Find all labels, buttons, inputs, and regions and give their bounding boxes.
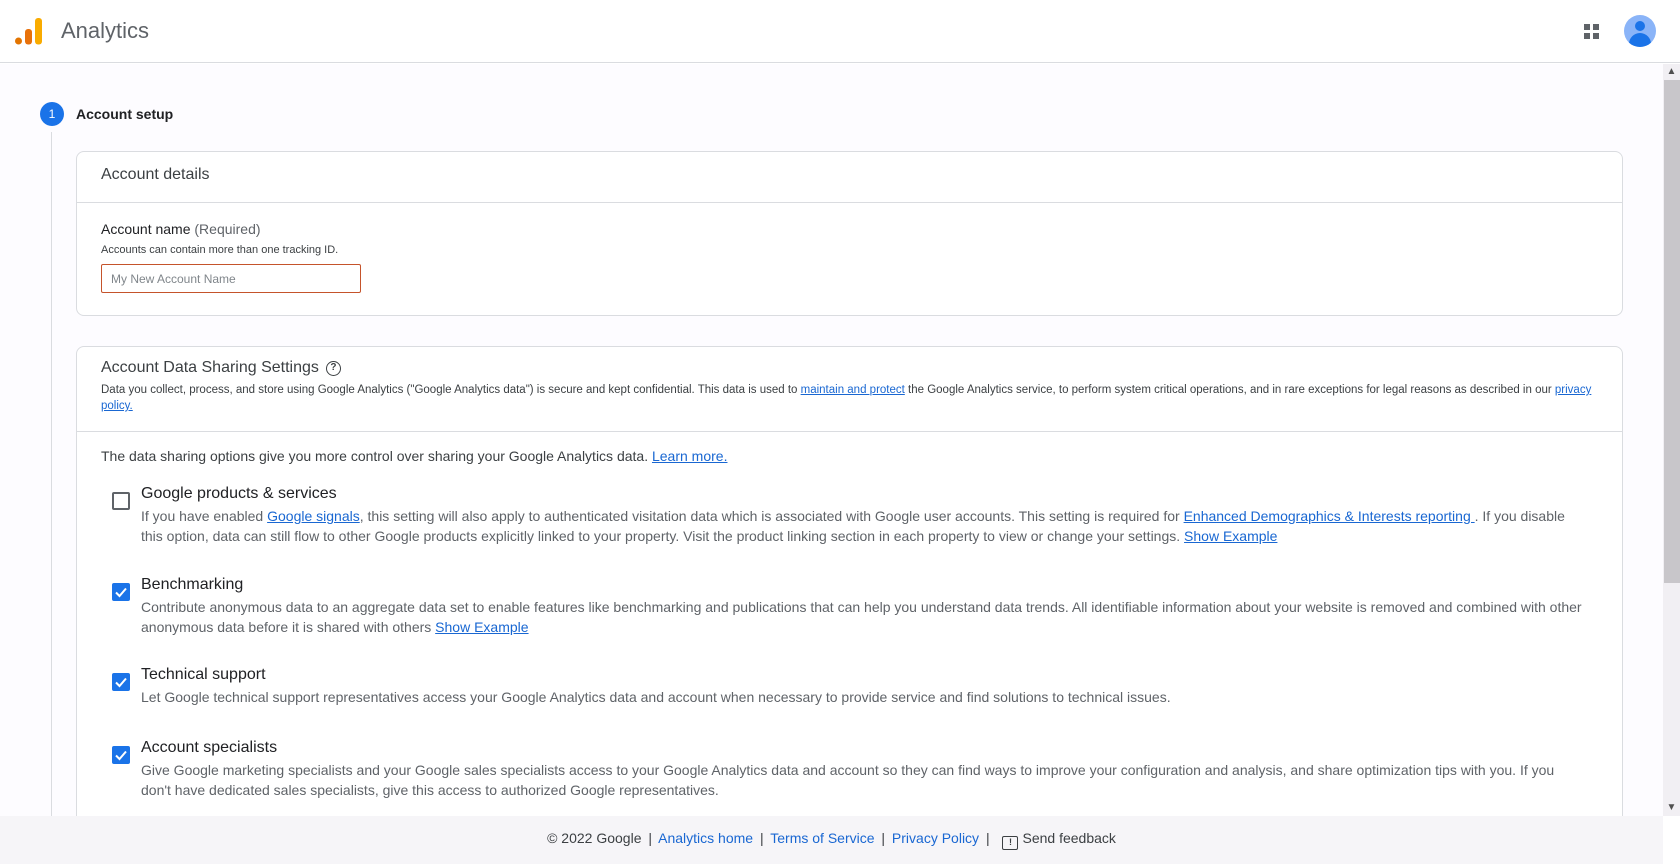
scrollbar-thumb[interactable] bbox=[1664, 80, 1680, 583]
option-title: Google products & services bbox=[141, 485, 337, 502]
desc-text: Data you collect, process, and store usi… bbox=[101, 384, 801, 396]
feedback-icon: ! bbox=[1002, 836, 1019, 850]
option-account-specialists: Account specialists Give Google marketin… bbox=[77, 739, 1622, 800]
help-circle-icon[interactable]: ? bbox=[325, 360, 341, 376]
page-footer: © 2022 Google | Analytics home | Terms o… bbox=[0, 816, 1663, 864]
learn-more-link[interactable]: Learn more. bbox=[652, 448, 727, 464]
show-example-link[interactable]: Show Example bbox=[435, 619, 528, 635]
checkmark-icon bbox=[115, 677, 127, 688]
required-indicator: (Required) bbox=[194, 221, 261, 237]
option-description: If you have enabled Google signals, this… bbox=[141, 506, 1582, 546]
analytics-logo-icon[interactable] bbox=[14, 16, 44, 46]
data-sharing-description: Data you collect, process, and store usi… bbox=[101, 382, 1598, 414]
option-description: Contribute anonymous data to an aggregat… bbox=[141, 597, 1582, 637]
checkbox-google-products[interactable] bbox=[112, 492, 130, 510]
option-title: Technical support bbox=[141, 666, 266, 683]
desc-text: , this setting will also apply to authen… bbox=[359, 508, 1184, 524]
option-google-products: Google products & services If you have e… bbox=[77, 485, 1622, 546]
google-signals-link[interactable]: Google signals bbox=[267, 508, 360, 524]
step-label: Account setup bbox=[76, 106, 174, 122]
account-name-hint: Accounts can contain more than one track… bbox=[101, 244, 339, 256]
account-details-title: Account details bbox=[77, 152, 1622, 203]
checkmark-icon bbox=[115, 750, 127, 761]
avatar-body bbox=[1629, 33, 1651, 47]
data-sharing-title-text: Account Data Sharing Settings bbox=[101, 359, 319, 376]
account-avatar[interactable] bbox=[1624, 15, 1656, 47]
separator: | bbox=[648, 830, 653, 846]
sharing-intro: The data sharing options give you more c… bbox=[77, 432, 1622, 464]
scroll-down-arrow-icon[interactable]: ▼ bbox=[1663, 800, 1680, 816]
option-benchmarking: Benchmarking Contribute anonymous data t… bbox=[77, 576, 1622, 637]
step-number-badge: 1 bbox=[40, 102, 64, 126]
checkbox-technical-support[interactable] bbox=[112, 673, 130, 691]
separator: | bbox=[759, 830, 764, 846]
privacy-policy-footer-link[interactable]: Privacy Policy bbox=[892, 830, 979, 846]
separator: | bbox=[985, 830, 990, 846]
checkbox-benchmarking[interactable] bbox=[112, 583, 130, 601]
analytics-home-link[interactable]: Analytics home bbox=[658, 830, 753, 846]
data-sharing-title: Account Data Sharing Settings ? bbox=[101, 359, 1598, 377]
account-name-label: Account name (Required) bbox=[101, 221, 1598, 237]
scroll-up-arrow-icon[interactable]: ▲ bbox=[1663, 64, 1680, 80]
desc-text: If you have enabled bbox=[141, 508, 268, 524]
account-name-input[interactable] bbox=[101, 264, 361, 293]
avatar-head bbox=[1635, 21, 1645, 31]
terms-of-service-link[interactable]: Terms of Service bbox=[770, 830, 874, 846]
intro-text: The data sharing options give you more c… bbox=[101, 448, 652, 464]
option-description: Give Google marketing specialists and yo… bbox=[141, 762, 1555, 798]
desc-text: the Google Analytics service, to perform… bbox=[904, 384, 1555, 396]
app-title: Analytics bbox=[61, 18, 150, 43]
enhanced-demographics-link[interactable]: Enhanced Demographics & Interests report… bbox=[1184, 508, 1475, 524]
vertical-scrollbar[interactable]: ▲ ▼ bbox=[1663, 64, 1680, 816]
option-description: Let Google technical support representat… bbox=[141, 689, 1171, 705]
top-app-bar: Analytics bbox=[0, 0, 1680, 63]
checkbox-account-specialists[interactable] bbox=[112, 746, 130, 764]
stepper-line bbox=[51, 132, 52, 816]
desc-text: Contribute anonymous data to an aggregat… bbox=[141, 599, 1582, 635]
option-technical-support: Technical support Let Google technical s… bbox=[77, 666, 1622, 707]
option-title: Benchmarking bbox=[141, 576, 244, 593]
option-title: Account specialists bbox=[141, 739, 278, 756]
send-feedback-button[interactable]: ! Send feedback bbox=[996, 830, 1116, 850]
separator: | bbox=[881, 830, 886, 846]
account-details-card: Account details Account name (Required) … bbox=[76, 151, 1623, 316]
data-sharing-card: Account Data Sharing Settings ? Data you… bbox=[76, 346, 1623, 816]
account-name-label-text: Account name bbox=[101, 221, 191, 237]
checkmark-icon bbox=[115, 587, 127, 598]
send-feedback-label: Send feedback bbox=[1022, 830, 1116, 846]
maintain-and-protect-link[interactable]: maintain and protect bbox=[801, 384, 905, 396]
main-content: 1 Account setup Account details Account … bbox=[0, 64, 1663, 816]
show-example-link[interactable]: Show Example bbox=[1184, 528, 1277, 544]
apps-grid-icon[interactable] bbox=[1584, 24, 1600, 40]
copyright-text: © 2022 Google bbox=[547, 830, 642, 846]
